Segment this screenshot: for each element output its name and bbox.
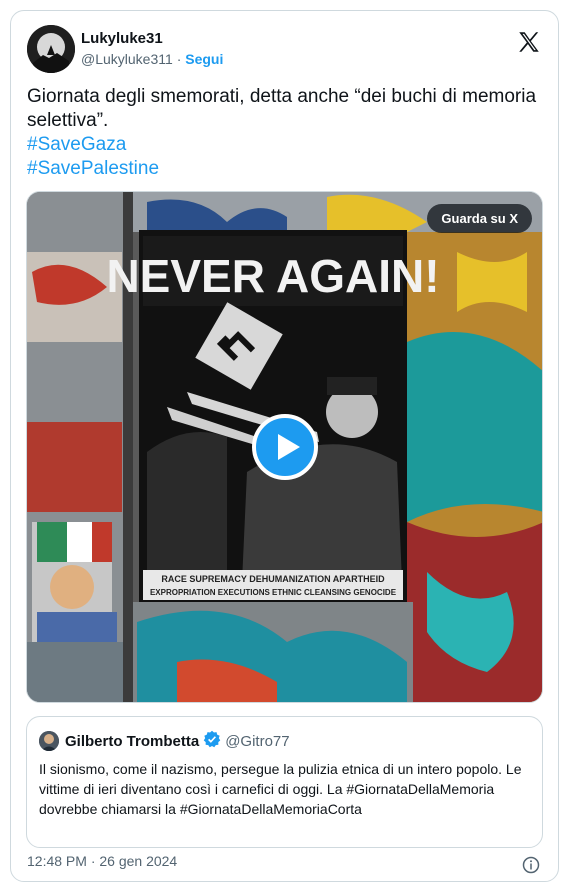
quoted-author-name[interactable]: Gilberto Trombetta <box>65 733 199 750</box>
hashtag-link[interactable]: #SaveGaza <box>27 133 542 157</box>
hashtag-link[interactable]: #SavePalestine <box>27 157 542 181</box>
quoted-tweet-header: Gilberto Trombetta @Gitro77 <box>39 730 290 753</box>
follow-button[interactable]: Segui <box>185 51 223 67</box>
separator: · <box>176 51 182 67</box>
poster-headline: NEVER AGAIN! <box>106 250 439 302</box>
info-icon[interactable] <box>522 856 540 874</box>
quoted-author-avatar[interactable] <box>39 731 59 751</box>
verified-badge-icon <box>203 730 221 753</box>
tweet-body: Giornata degli smemorati, detta anche “d… <box>27 86 537 131</box>
author-handle-row: @Lukyluke311 · Segui <box>81 49 223 69</box>
quoted-tweet-text: Il sionismo, come il nazismo, persegue l… <box>39 761 522 817</box>
tweet-text: Giornata degli smemorati, detta anche “d… <box>27 85 542 181</box>
tweet-header: Lukyluke31 @Lukyluke311 · Segui <box>27 25 542 75</box>
poster-caption-line1: RACE SUPREMACY DEHUMANIZATION APARTHEID <box>161 574 385 584</box>
author-info: Lukyluke31 @Lukyluke311 · Segui <box>81 29 223 69</box>
poster-caption-line2: EXPROPRIATION EXECUTIONS ETHNIC CLEANSIN… <box>150 588 397 597</box>
x-logo-icon[interactable] <box>516 29 542 55</box>
author-name[interactable]: Lukyluke31 <box>81 29 223 49</box>
play-icon <box>278 434 300 460</box>
watch-on-x-button[interactable]: Guarda su X <box>427 204 532 233</box>
author-avatar[interactable] <box>27 25 75 73</box>
quoted-author-handle[interactable]: @Gitro77 <box>225 733 289 750</box>
video-player[interactable]: NEVER AGAIN! RACE SUPREMACY DEHUMANIZATI… <box>26 191 543 703</box>
tweet-card: Lukyluke31 @Lukyluke311 · Segui Giornata… <box>10 10 559 882</box>
quoted-tweet[interactable]: Gilberto Trombetta @Gitro77 Il sionismo,… <box>26 716 543 848</box>
tweet-timestamp[interactable]: 12:48 PM · 26 gen 2024 <box>27 853 177 869</box>
author-handle[interactable]: @Lukyluke311 <box>81 51 173 67</box>
play-button[interactable] <box>252 414 318 480</box>
